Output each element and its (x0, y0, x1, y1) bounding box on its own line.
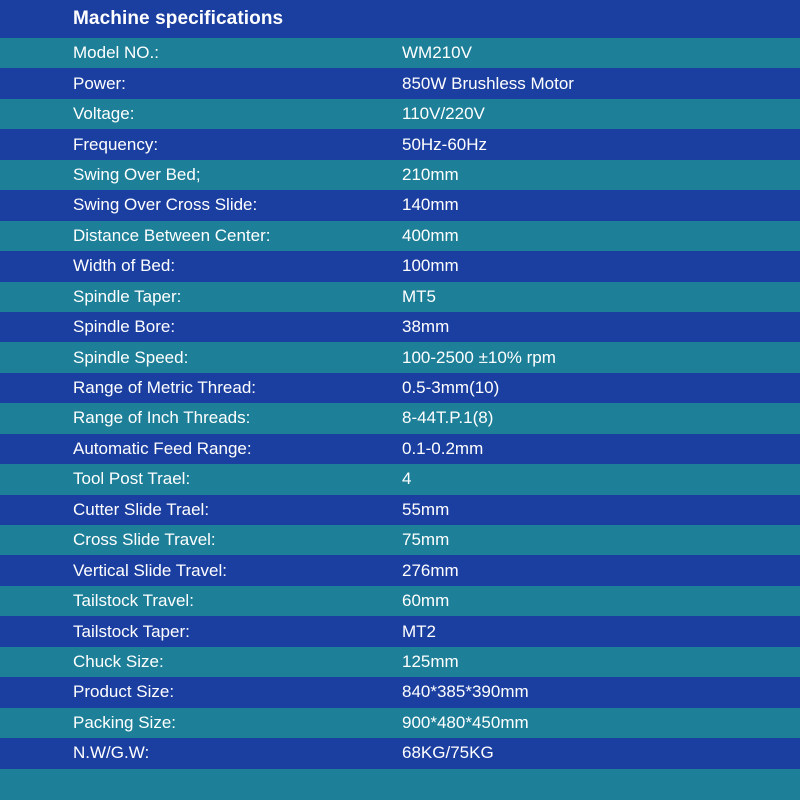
spec-value: 140mm (402, 195, 459, 215)
spec-row-inch-threads: Range of Inch Threads: 8-44T.P.1(8) (0, 403, 800, 434)
spec-value: 68KG/75KG (402, 743, 494, 763)
spec-row-width-of-bed: Width of Bed: 100mm (0, 251, 800, 282)
spec-row-tool-post: Tool Post Trael: 4 (0, 464, 800, 495)
spec-label: Spindle Speed: (73, 347, 189, 367)
spec-label: Range of Metric Thread: (73, 378, 256, 398)
spec-value: 100-2500 ±10% rpm (402, 347, 556, 367)
spec-label: Power: (73, 73, 126, 93)
spec-value: 8-44T.P.1(8) (402, 408, 494, 428)
spec-label: Vertical Slide Travel: (73, 560, 228, 580)
spec-label: Swing Over Bed; (73, 164, 201, 184)
spec-value: 900*480*450mm (402, 712, 529, 732)
spec-row-swing-over-bed: Swing Over Bed; 210mm (0, 159, 800, 191)
spec-label: Frequency: (73, 134, 159, 154)
spec-value: 850W Brushless Motor (402, 73, 574, 93)
spec-value: 55mm (402, 499, 450, 519)
spec-label: Model NO.: (73, 43, 159, 63)
spec-value: 38mm (402, 317, 450, 337)
spec-row-model: Model NO.: WM210V (0, 38, 800, 69)
spec-row-voltage: Voltage: 110V/220V (0, 98, 800, 130)
spec-label: Automatic Feed Range: (73, 438, 252, 458)
spec-row-product-size: Product Size: 840*385*390mm (0, 677, 800, 708)
spec-row-spindle-bore: Spindle Bore: 38mm (0, 311, 800, 343)
spec-value: 60mm (402, 591, 450, 611)
spec-row-packing-size: Packing Size: 900*480*450mm (0, 707, 800, 739)
spec-row-swing-over-cross-slide: Swing Over Cross Slide: 140mm (0, 190, 800, 221)
spec-row-weight: N.W/G.W: 68KG/75KG (0, 738, 800, 769)
spec-label: Cutter Slide Trael: (73, 499, 210, 519)
spec-label: Tailstock Travel: (73, 591, 194, 611)
spec-value: 125mm (402, 651, 459, 671)
spec-row-spindle-taper: Spindle Taper: MT5 (0, 281, 800, 312)
spec-value: 210mm (402, 164, 459, 184)
spec-label: Tool Post Trael: (73, 469, 191, 489)
spec-label: Spindle Bore: (73, 317, 176, 337)
spec-label: Swing Over Cross Slide: (73, 195, 258, 215)
spec-value: MT5 (402, 286, 436, 306)
spec-label: Range of Inch Threads: (73, 408, 251, 428)
spec-value: 75mm (402, 530, 450, 550)
spec-row-cutter-slide: Cutter Slide Trael: 55mm (0, 494, 800, 525)
spec-row-tailstock-travel: Tailstock Travel: 60mm (0, 585, 800, 617)
spec-row-distance-between-center: Distance Between Center: 400mm (0, 220, 800, 252)
spec-value: 4 (402, 469, 412, 489)
spec-row-power: Power: 850W Brushless Motor (0, 68, 800, 99)
spec-value: 0.1-0.2mm (402, 438, 484, 458)
spec-label: Spindle Taper: (73, 286, 182, 306)
spec-row-cross-slide: Cross Slide Travel: 75mm (0, 525, 800, 556)
spec-row-chuck-size: Chuck Size: 125mm (0, 646, 800, 678)
spec-label: Packing Size: (73, 712, 176, 732)
spec-label: Cross Slide Travel: (73, 530, 216, 550)
spec-label: Width of Bed: (73, 256, 176, 276)
spec-row-frequency: Frequency: 50Hz-60Hz (0, 129, 800, 160)
spec-value: 400mm (402, 225, 459, 245)
spec-value: MT2 (402, 621, 436, 641)
spec-row-metric-thread: Range of Metric Thread: 0.5-3mm(10) (0, 372, 800, 404)
spec-row-vertical-slide: Vertical Slide Travel: 276mm (0, 555, 800, 586)
spec-sheet: Machine specifications Model NO.: WM210V… (0, 0, 800, 800)
spec-label: Chuck Size: (73, 651, 164, 671)
footer-band (0, 768, 800, 800)
spec-label: Voltage: (73, 104, 135, 124)
spec-value: 276mm (402, 560, 459, 580)
spec-value: 50Hz-60Hz (402, 134, 488, 154)
spec-row-spindle-speed: Spindle Speed: 100-2500 ±10% rpm (0, 342, 800, 373)
spec-label: N.W/G.W: (73, 743, 150, 763)
spec-label: Product Size: (73, 682, 175, 702)
spec-value: 100mm (402, 256, 459, 276)
spec-value: 0.5-3mm(10) (402, 378, 500, 398)
spec-label: Tailstock Taper: (73, 621, 190, 641)
spec-label: Distance Between Center: (73, 225, 271, 245)
spec-row-tailstock-taper: Tailstock Taper: MT2 (0, 616, 800, 647)
spec-value: WM210V (402, 43, 472, 63)
title-row: Machine specifications (0, 0, 800, 38)
spec-value: 110V/220V (402, 104, 485, 124)
spec-value: 840*385*390mm (402, 682, 529, 702)
spec-row-automatic-feed: Automatic Feed Range: 0.1-0.2mm (0, 433, 800, 465)
page-title: Machine specifications (73, 8, 284, 29)
